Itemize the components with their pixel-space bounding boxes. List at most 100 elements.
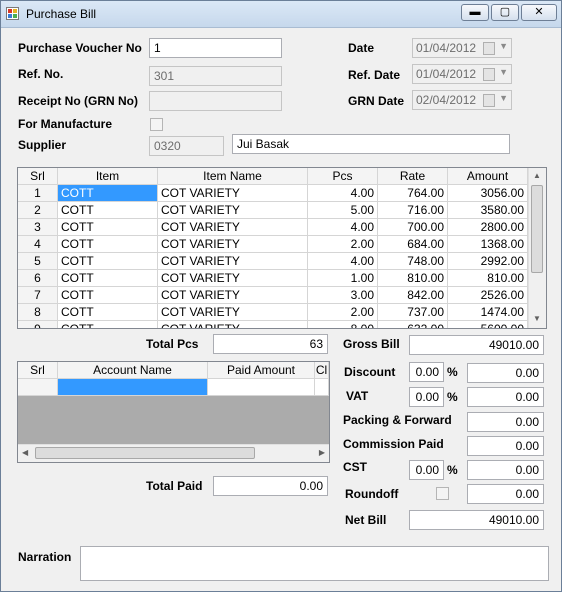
column-header-srl[interactable]: Srl (18, 362, 58, 379)
amount-cell[interactable]: 810.00 (448, 270, 528, 287)
rate-cell[interactable]: 810.00 (378, 270, 448, 287)
supplier-name-input[interactable]: Jui Basak (232, 134, 510, 154)
rate-cell[interactable]: 700.00 (378, 219, 448, 236)
date-picker[interactable]: 01/04/2012 ▼ (412, 38, 512, 58)
rate-cell[interactable]: 842.00 (378, 287, 448, 304)
item-name-cell[interactable]: COT VARIETY (158, 287, 308, 304)
item-cell[interactable]: COTT (58, 219, 158, 236)
items-vertical-scrollbar[interactable]: ▲ ▼ (528, 168, 546, 328)
cl-cell[interactable] (315, 379, 329, 396)
column-header-account-name[interactable]: Account Name (58, 362, 208, 379)
rate-cell[interactable]: 748.00 (378, 253, 448, 270)
pcs-cell[interactable]: 4.00 (308, 185, 378, 202)
column-header-cl[interactable]: Cl (315, 362, 329, 379)
item-cell[interactable]: COTT (58, 304, 158, 321)
pcs-cell[interactable]: 4.00 (308, 253, 378, 270)
rate-cell[interactable]: 737.00 (378, 304, 448, 321)
amount-cell[interactable]: 1474.00 (448, 304, 528, 321)
minimize-button[interactable]: ▬ (461, 4, 489, 21)
srl-cell[interactable]: 6 (18, 270, 58, 287)
scroll-up-icon[interactable]: ▲ (533, 171, 541, 180)
scroll-thumb[interactable] (35, 447, 255, 459)
scroll-left-icon[interactable]: ◀ (22, 448, 28, 457)
supplier-code-input[interactable]: 0320 (149, 136, 224, 156)
account-horizontal-scrollbar[interactable]: ◀ ▶ (18, 444, 329, 462)
item-name-cell[interactable]: COT VARIETY (158, 304, 308, 321)
close-button[interactable]: ✕ (521, 4, 557, 21)
scroll-down-icon[interactable]: ▼ (533, 314, 541, 323)
amount-cell[interactable]: 1368.00 (448, 236, 528, 253)
srl-cell[interactable]: 9 (18, 321, 58, 328)
amount-cell[interactable]: 5600.00 (448, 321, 528, 328)
account-row-header[interactable] (18, 379, 58, 396)
pcs-cell[interactable]: 2.00 (308, 304, 378, 321)
items-grid[interactable]: Srl Item Item Name Pcs Rate Amount 1 COTT… (17, 167, 547, 329)
item-name-cell[interactable]: COT VARIETY (158, 253, 308, 270)
maximize-button[interactable]: ▢ (491, 4, 519, 21)
srl-cell[interactable]: 7 (18, 287, 58, 304)
srl-cell[interactable]: 4 (18, 236, 58, 253)
column-header-item-name[interactable]: Item Name (158, 168, 308, 185)
vat-percent-input[interactable]: 0.00 (409, 387, 444, 407)
rate-cell[interactable]: 632.00 (378, 321, 448, 328)
column-header-pcs[interactable]: Pcs (308, 168, 378, 185)
amount-cell[interactable]: 3056.00 (448, 185, 528, 202)
item-name-cell[interactable]: COT VARIETY (158, 321, 308, 328)
item-name-cell[interactable]: COT VARIETY (158, 270, 308, 287)
item-cell[interactable]: COTT (58, 236, 158, 253)
column-header-rate[interactable]: Rate (378, 168, 448, 185)
item-cell[interactable]: COTT (58, 270, 158, 287)
voucher-no-input[interactable]: 1 (149, 38, 282, 58)
amount-cell[interactable]: 3580.00 (448, 202, 528, 219)
item-cell[interactable]: COTT (58, 287, 158, 304)
srl-cell[interactable]: 5 (18, 253, 58, 270)
discount-value[interactable]: 0.00 (467, 363, 544, 383)
item-name-cell[interactable]: COT VARIETY (158, 219, 308, 236)
amount-cell[interactable]: 2800.00 (448, 219, 528, 236)
narration-input[interactable] (80, 546, 549, 581)
pcs-cell[interactable]: 3.00 (308, 287, 378, 304)
account-grid[interactable]: Srl Account Name Paid Amount Cl ◀ ▶ (17, 361, 330, 463)
item-cell[interactable]: COTT (58, 202, 158, 219)
pcs-cell[interactable]: 4.00 (308, 219, 378, 236)
roundoff-checkbox[interactable] (436, 487, 449, 500)
item-cell[interactable]: COTT (58, 253, 158, 270)
roundoff-value[interactable]: 0.00 (467, 484, 544, 504)
item-cell[interactable]: COTT (58, 185, 158, 202)
column-header-paid-amount[interactable]: Paid Amount (208, 362, 315, 379)
item-name-cell[interactable]: COT VARIETY (158, 202, 308, 219)
item-cell[interactable]: COTT (58, 321, 158, 328)
vat-value[interactable]: 0.00 (467, 387, 544, 407)
receipt-no-input[interactable] (149, 91, 282, 111)
for-manufacture-checkbox[interactable] (150, 118, 163, 131)
packing-forward-value[interactable]: 0.00 (467, 412, 544, 432)
scroll-thumb[interactable] (531, 185, 543, 273)
commission-paid-value[interactable]: 0.00 (467, 436, 544, 456)
cst-value[interactable]: 0.00 (467, 460, 544, 480)
account-name-cell[interactable] (58, 379, 208, 396)
item-name-cell[interactable]: COT VARIETY (158, 236, 308, 253)
scroll-right-icon[interactable]: ▶ (319, 448, 325, 457)
srl-cell[interactable]: 8 (18, 304, 58, 321)
discount-percent-input[interactable]: 0.00 (409, 362, 444, 382)
pcs-cell[interactable]: 8.00 (308, 321, 378, 328)
pcs-cell[interactable]: 2.00 (308, 236, 378, 253)
rate-cell[interactable]: 716.00 (378, 202, 448, 219)
pcs-cell[interactable]: 1.00 (308, 270, 378, 287)
column-header-amount[interactable]: Amount (448, 168, 528, 185)
cst-percent-input[interactable]: 0.00 (409, 460, 444, 480)
paid-amount-cell[interactable] (208, 379, 315, 396)
amount-cell[interactable]: 2992.00 (448, 253, 528, 270)
ref-no-input[interactable]: 301 (149, 66, 282, 86)
amount-cell[interactable]: 2526.00 (448, 287, 528, 304)
column-header-srl[interactable]: Srl (18, 168, 58, 185)
ref-date-picker[interactable]: 01/04/2012 ▼ (412, 64, 512, 84)
rate-cell[interactable]: 764.00 (378, 185, 448, 202)
srl-cell[interactable]: 1 (18, 185, 58, 202)
pcs-cell[interactable]: 5.00 (308, 202, 378, 219)
srl-cell[interactable]: 2 (18, 202, 58, 219)
grn-date-picker[interactable]: 02/04/2012 ▼ (412, 90, 512, 110)
column-header-item[interactable]: Item (58, 168, 158, 185)
rate-cell[interactable]: 684.00 (378, 236, 448, 253)
srl-cell[interactable]: 3 (18, 219, 58, 236)
